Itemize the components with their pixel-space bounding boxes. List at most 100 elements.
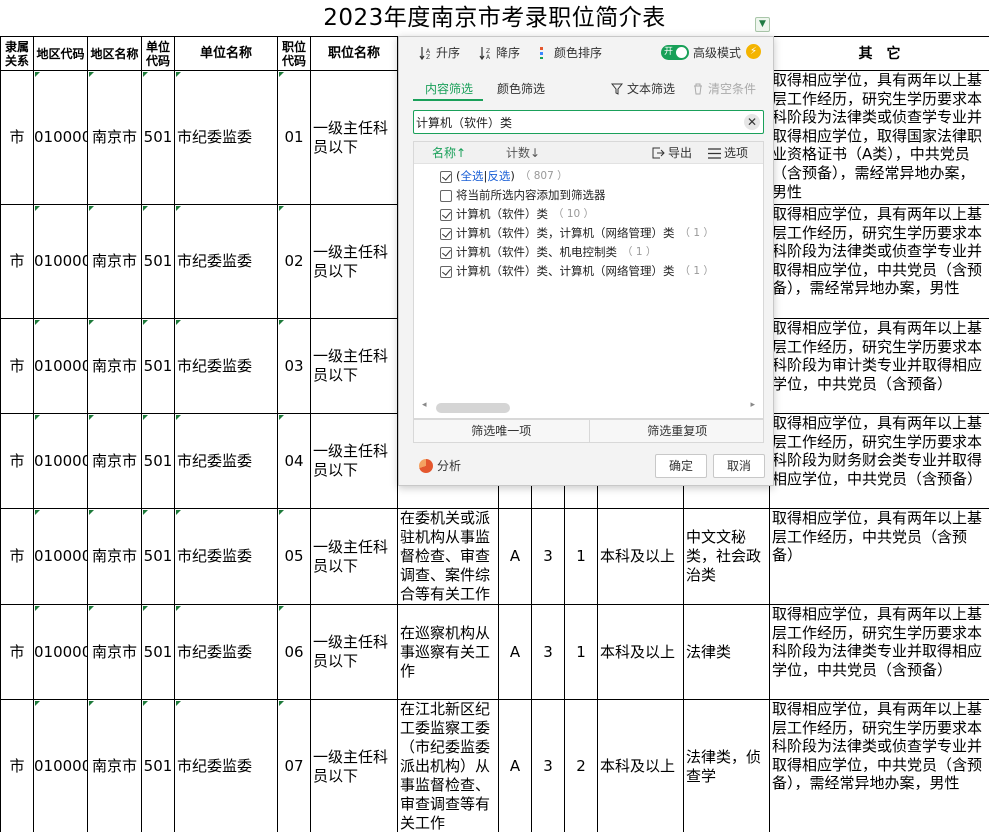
unit-code-cell[interactable]: 501 bbox=[141, 508, 175, 605]
clear-search-icon[interactable]: ✕ bbox=[744, 114, 760, 130]
pos-code-cell[interactable]: 03 bbox=[277, 318, 311, 414]
unit-name-cell[interactable]: 市纪委监委 bbox=[174, 413, 278, 509]
analyze-button[interactable]: 分析 bbox=[419, 458, 461, 474]
scrollbar-thumb[interactable] bbox=[436, 403, 510, 413]
count-cell[interactable]: 3 bbox=[531, 604, 565, 700]
area-code-cell[interactable]: 010000 bbox=[33, 318, 88, 414]
unit-code-cell[interactable]: 501 bbox=[141, 204, 175, 319]
select-all-link[interactable]: 全选 bbox=[461, 167, 484, 186]
checkbox[interactable] bbox=[440, 208, 452, 221]
area-name-cell[interactable]: 南京市 bbox=[87, 604, 142, 700]
exam-cat-cell[interactable]: A bbox=[498, 604, 532, 700]
header-rel[interactable]: 隶属关系 bbox=[0, 36, 34, 71]
list-item[interactable]: 计算机（软件）类，计算机（网络管理）类 （ 1 ） bbox=[440, 224, 714, 243]
list-item-select-all[interactable]: ( 全选 | 反选 ) （ 807 ） bbox=[440, 167, 568, 186]
major-cell[interactable]: 法律类 bbox=[683, 604, 770, 700]
intro-cell[interactable]: 在委机关或派驻机构从事监督检查、审查调查、案件综合等有关工作 bbox=[397, 508, 499, 605]
list-item[interactable]: 计算机（软件）类 （ 10 ） bbox=[440, 205, 594, 224]
area-code-cell[interactable]: 010000 bbox=[33, 604, 88, 700]
ratio-cell[interactable]: 2 bbox=[564, 699, 598, 832]
rel-cell[interactable]: 市 bbox=[0, 699, 34, 832]
advanced-mode-toggle[interactable]: 开 bbox=[661, 45, 689, 60]
unit-code-cell[interactable]: 501 bbox=[141, 318, 175, 414]
area-code-cell[interactable]: 010000 bbox=[33, 508, 88, 605]
pos-name-cell[interactable]: 一级主任科员以下 bbox=[310, 413, 398, 509]
unit-name-cell[interactable]: 市纪委监委 bbox=[174, 508, 278, 605]
unit-code-cell[interactable]: 501 bbox=[141, 70, 175, 205]
sort-asc-button[interactable]: AZ 升序 bbox=[419, 45, 460, 61]
area-code-cell[interactable]: 010000 bbox=[33, 699, 88, 832]
pos-code-cell[interactable]: 06 bbox=[277, 604, 311, 700]
rel-cell[interactable]: 市 bbox=[0, 70, 34, 205]
exam-cat-cell[interactable]: A bbox=[498, 508, 532, 605]
export-button[interactable]: 导出 bbox=[652, 142, 692, 164]
pos-code-cell[interactable]: 07 bbox=[277, 699, 311, 832]
area-code-cell[interactable]: 010000 bbox=[33, 413, 88, 509]
rel-cell[interactable]: 市 bbox=[0, 604, 34, 700]
clear-conditions-button[interactable]: 清空条件 bbox=[692, 81, 756, 97]
pos-code-cell[interactable]: 05 bbox=[277, 508, 311, 605]
checkbox[interactable] bbox=[440, 246, 452, 259]
count-cell[interactable]: 3 bbox=[531, 508, 565, 605]
checkbox-select-all[interactable] bbox=[440, 170, 452, 183]
area-name-cell[interactable]: 南京市 bbox=[87, 508, 142, 605]
area-name-cell[interactable]: 南京市 bbox=[87, 318, 142, 414]
area-name-cell[interactable]: 南京市 bbox=[87, 70, 142, 205]
other-cell[interactable]: 取得相应学位，具有两年以上基层工作经历，研究生学历要求本科阶段为法律类专业并取得… bbox=[769, 604, 989, 700]
color-sort-button[interactable]: 颜色排序 bbox=[539, 45, 602, 61]
other-cell[interactable]: 取得相应学位，具有两年以上基层工作经历，研究生学历要求本科阶段为财务财会类专业并… bbox=[769, 413, 989, 509]
pos-name-cell[interactable]: 一级主任科员以下 bbox=[310, 699, 398, 832]
options-button[interactable]: 选项 bbox=[708, 142, 748, 164]
header-area-name[interactable]: 地区名称 bbox=[87, 36, 142, 71]
filter-duplicate-button[interactable]: 筛选重复项 bbox=[590, 420, 765, 442]
pos-name-cell[interactable]: 一级主任科员以下 bbox=[310, 204, 398, 319]
ratio-cell[interactable]: 1 bbox=[564, 508, 598, 605]
pos-name-cell[interactable]: 一级主任科员以下 bbox=[310, 318, 398, 414]
filter-search-input[interactable] bbox=[416, 113, 736, 131]
edu-cell[interactable]: 本科及以上 bbox=[597, 604, 684, 700]
other-cell[interactable]: 取得相应学位，具有两年以上基层工作经历，中共党员（含预备） bbox=[769, 508, 989, 605]
area-code-cell[interactable]: 010000 bbox=[33, 204, 88, 319]
header-pos-name[interactable]: 职位名称 bbox=[310, 36, 398, 71]
pos-name-cell[interactable]: 一级主任科员以下 bbox=[310, 70, 398, 205]
pos-code-cell[interactable]: 02 bbox=[277, 204, 311, 319]
unit-code-cell[interactable]: 501 bbox=[141, 413, 175, 509]
edu-cell[interactable]: 本科及以上 bbox=[597, 699, 684, 832]
area-name-cell[interactable]: 南京市 bbox=[87, 413, 142, 509]
rel-cell[interactable]: 市 bbox=[0, 318, 34, 414]
rel-cell[interactable]: 市 bbox=[0, 204, 34, 319]
intro-cell[interactable]: 在江北新区纪工委监察工委（市纪委监委派出机构）从事监督检查、审查调查等有关工作 bbox=[397, 699, 499, 832]
text-filter-button[interactable]: 文本筛选 bbox=[611, 81, 675, 97]
pos-code-cell[interactable]: 04 bbox=[277, 413, 311, 509]
checkbox-add-to-filter[interactable] bbox=[440, 189, 452, 202]
other-cell[interactable]: 取得相应学位，具有两年以上基层工作经历，研究生学历要求本科阶段为审计类专业并取得… bbox=[769, 318, 989, 414]
intro-cell[interactable]: 在巡察机构从事巡察有关工作 bbox=[397, 604, 499, 700]
other-cell[interactable]: 取得相应学位，具有两年以上基层工作经历，研究生学历要求本科阶段为法律类或侦查学专… bbox=[769, 70, 989, 205]
edu-cell[interactable]: 本科及以上 bbox=[597, 508, 684, 605]
tab-color-filter[interactable]: 颜色筛选 bbox=[497, 81, 545, 97]
scroll-left-icon[interactable]: ◂ bbox=[422, 400, 427, 410]
checkbox[interactable] bbox=[440, 265, 452, 278]
header-unit-name[interactable]: 单位名称 bbox=[174, 36, 278, 71]
unit-name-cell[interactable]: 市纪委监委 bbox=[174, 70, 278, 205]
list-item[interactable]: 计算机（软件）类、计算机（网络管理）类 （ 1 ） bbox=[440, 262, 714, 281]
tab-content-filter[interactable]: 内容筛选 bbox=[425, 81, 473, 97]
sort-by-count[interactable]: 计数↓ bbox=[506, 142, 540, 164]
count-cell[interactable]: 3 bbox=[531, 699, 565, 832]
exam-cat-cell[interactable]: A bbox=[498, 699, 532, 832]
filter-dropdown-arrow[interactable]: ▼ bbox=[755, 17, 770, 32]
scroll-right-icon[interactable]: ▸ bbox=[750, 400, 755, 410]
sort-desc-button[interactable]: ZA 降序 bbox=[479, 45, 520, 61]
area-name-cell[interactable]: 南京市 bbox=[87, 204, 142, 319]
list-item[interactable]: 计算机（软件）类、机电控制类 （ 1 ） bbox=[440, 243, 656, 262]
rel-cell[interactable]: 市 bbox=[0, 413, 34, 509]
cancel-button[interactable]: 取消 bbox=[713, 454, 765, 478]
ok-button[interactable]: 确定 bbox=[655, 454, 707, 478]
header-area-code[interactable]: 地区代码 bbox=[33, 36, 88, 71]
unit-name-cell[interactable]: 市纪委监委 bbox=[174, 318, 278, 414]
unit-code-cell[interactable]: 501 bbox=[141, 699, 175, 832]
sort-by-name[interactable]: 名称↑ bbox=[432, 142, 466, 164]
list-item-add-to-filter[interactable]: 将当前所选内容添加到筛选器 bbox=[440, 186, 606, 205]
pos-code-cell[interactable]: 01 bbox=[277, 70, 311, 205]
unit-name-cell[interactable]: 市纪委监委 bbox=[174, 204, 278, 319]
